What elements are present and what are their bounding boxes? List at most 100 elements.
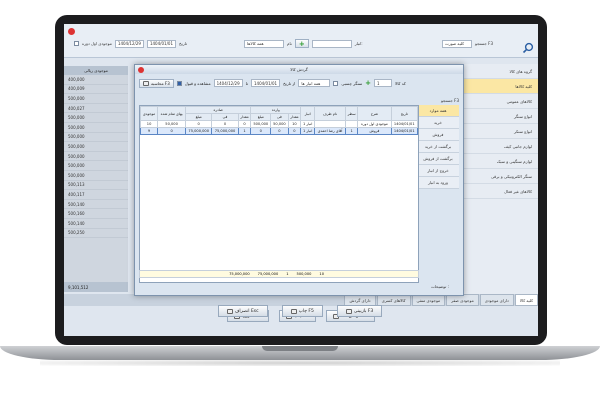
turnover-table: تاریخ شرح سطر نام طرف انبار وارده صادره … (139, 105, 419, 283)
leftcol-cell: 500,160 (64, 209, 128, 219)
close-icon[interactable] (68, 28, 75, 35)
leftcol-cell: 500,000 (64, 152, 128, 162)
col-header[interactable]: مبلغ (250, 113, 272, 121)
leftcol-cell: 500,000 (64, 133, 128, 143)
menu-purchase[interactable]: خرید (417, 117, 459, 129)
table-cell: آقای رضا احمدی (314, 127, 347, 135)
tab-in-stock[interactable]: داراى موجودى (479, 294, 514, 306)
sidebar-item-groups[interactable]: گروه های کالا (455, 64, 538, 79)
show-details-checkbox[interactable] (176, 80, 182, 86)
group-select[interactable]: کلیه صورت (442, 39, 472, 48)
from-date-field[interactable]: 1404/01/01 (251, 79, 281, 87)
menu-sale[interactable]: فروش (417, 129, 459, 141)
table-cell: 10 (140, 120, 159, 128)
table-row[interactable]: 1404/01/01 موجودی اول دوره انبار 1 10 50… (140, 120, 418, 128)
plus-icon[interactable]: + (365, 80, 371, 87)
name-field[interactable]: همه کالاها (244, 39, 284, 48)
stock-value-column: موجودی ریالی 400,000 400,009 500,000 400… (64, 66, 128, 288)
dialog-side-menu: جستجو F3 همه موارد خرید فروش برگشت از خر… (417, 95, 459, 189)
dialog-title: گردش کالا (290, 67, 308, 72)
date-to-field[interactable]: 1404/12/29 (114, 39, 144, 48)
item-filter-checkbox[interactable] (333, 80, 339, 86)
menu-purchase-return[interactable]: برگشت از خرید (417, 141, 459, 153)
leftcol-cell: 500,000 (64, 113, 128, 123)
cancel-button[interactable]: انصراف Esc (217, 305, 268, 317)
menu-warehouse-out[interactable]: خروج از انبار (417, 165, 459, 177)
leftcol-cell: 500,140 (64, 219, 128, 229)
col-header[interactable]: نام طرف (314, 106, 347, 121)
leftcol-cell: 500,140 (64, 200, 128, 210)
date-label: تاریخ (179, 41, 187, 46)
recalc-button[interactable]: محاسبه F3 (139, 78, 174, 88)
col-header[interactable]: فی (211, 113, 239, 121)
sidebar-item-general[interactable]: کالاهای عمومی (455, 94, 538, 109)
sidebar-item-type-2[interactable]: انواع سنکر (455, 124, 538, 139)
col-header[interactable]: مبلغ (185, 113, 213, 121)
table-cell: 1404/01/01 (390, 120, 418, 128)
col-header[interactable]: شرح (357, 106, 392, 121)
sidebar-item-type-1[interactable]: انواع سنگر (455, 109, 538, 124)
total-out-amount: 75,000,000 (257, 272, 279, 276)
leftcol-cell: 500,000 (64, 142, 128, 152)
search-label: جستجو F3 (475, 41, 494, 46)
date-filter-row: موجودی اول دوره 1404/12/29 1404/01/01 تا… (74, 39, 187, 48)
leftcol-cell: 500,113 (64, 181, 128, 191)
table-cell: 0 (211, 120, 239, 128)
date-from-field[interactable]: 1404/01/01 (146, 39, 177, 48)
sidebar-item-all[interactable]: کلیه کالاها (455, 79, 538, 94)
col-header[interactable]: بهای تمام شده (157, 106, 187, 121)
sidebar-item-inactive[interactable]: کالاهای غیر فعال (455, 184, 538, 199)
tab-all-items[interactable]: کلیه کالا (514, 294, 538, 306)
col-header[interactable]: انبار (300, 106, 316, 121)
col-header[interactable]: مقدار (237, 113, 252, 121)
recalc-label: محاسبه F3 (151, 80, 170, 86)
app-toolbar: موجودی اول دوره 1404/12/29 1404/01/01 تا… (64, 24, 538, 58)
menu-warehouse-in[interactable]: ورود به انبار (417, 177, 459, 189)
item-filter-label: سنگر چسبی (341, 80, 363, 86)
table-cell: 9 (140, 127, 159, 135)
sidebar-item-electronic[interactable]: سنگر الکترونیکی و برقی (455, 169, 538, 184)
total-out-qty: 1 (286, 272, 289, 276)
item-turnover-dialog: گردش کالا محاسبه F3 مشاهده و قبول 1404/1… (134, 64, 464, 317)
opening-stock-checkbox[interactable] (74, 41, 79, 46)
search-icon[interactable] (522, 42, 534, 54)
total-in-amount: 500,000 (296, 272, 312, 276)
leftcol-cell: 500,000 (64, 94, 128, 104)
to-label: تا (245, 80, 248, 86)
sidebar-item-accessories[interactable]: لوازم جانبی کیف (455, 139, 538, 154)
view-button[interactable]: بازبینی F3 (336, 305, 383, 317)
dialog-close-icon[interactable] (138, 67, 144, 73)
name-label: نام (287, 41, 292, 46)
warehouse-select[interactable]: همه انبار ها (298, 79, 331, 87)
group-row: کلیه صورت جستجو F3 (442, 39, 493, 48)
opening-stock-label: موجودی اول دوره (82, 41, 112, 46)
col-header[interactable]: مقدار (287, 113, 302, 121)
dialog-search-label[interactable]: جستجو F3 (417, 95, 459, 105)
dialog-filter-row: محاسبه F3 مشاهده و قبول 1404/12/29 تا 14… (139, 78, 459, 88)
table-cell: 75,000,000 (185, 127, 213, 135)
sidebar-item-heavy[interactable]: لوازم سنگینی و سبک (455, 154, 538, 169)
menu-all[interactable]: همه موارد (417, 105, 459, 117)
group-header-in: وارده (250, 106, 302, 114)
dialog-print-button[interactable]: چاپ F5 (281, 305, 323, 317)
table-cell: 0 (287, 127, 302, 135)
col-header[interactable]: سطر (345, 106, 359, 121)
notes-label: توضیحات : (431, 283, 449, 289)
leftcol-cell: 400,117 (64, 190, 128, 200)
view-icon (345, 308, 352, 314)
col-header[interactable]: فی (270, 113, 289, 121)
table-cell: انبار 1 (300, 120, 316, 128)
dialog-action-bar: انصراف Esc چاپ F5 بازبینی F3 (135, 305, 465, 317)
leftcol-cell: 400,027 (64, 104, 128, 114)
warehouse-field[interactable] (311, 39, 352, 48)
table-row[interactable]: 1404/01/01 فروش 1 آقای رضا احمدی انبار 1… (140, 127, 418, 135)
item-code-field[interactable]: 1 (374, 79, 393, 87)
col-header[interactable]: تاریخ (390, 106, 418, 121)
total-in-qty: 10 (319, 272, 324, 276)
laptop-notch (262, 346, 338, 351)
menu-sale-return[interactable]: برگشت از فروش (417, 153, 459, 165)
to-date-field[interactable]: 1404/12/29 (213, 79, 243, 87)
add-button[interactable]: + (294, 39, 309, 48)
col-header[interactable]: موجودی (140, 106, 159, 121)
show-details-label: مشاهده و قبول (184, 80, 211, 86)
